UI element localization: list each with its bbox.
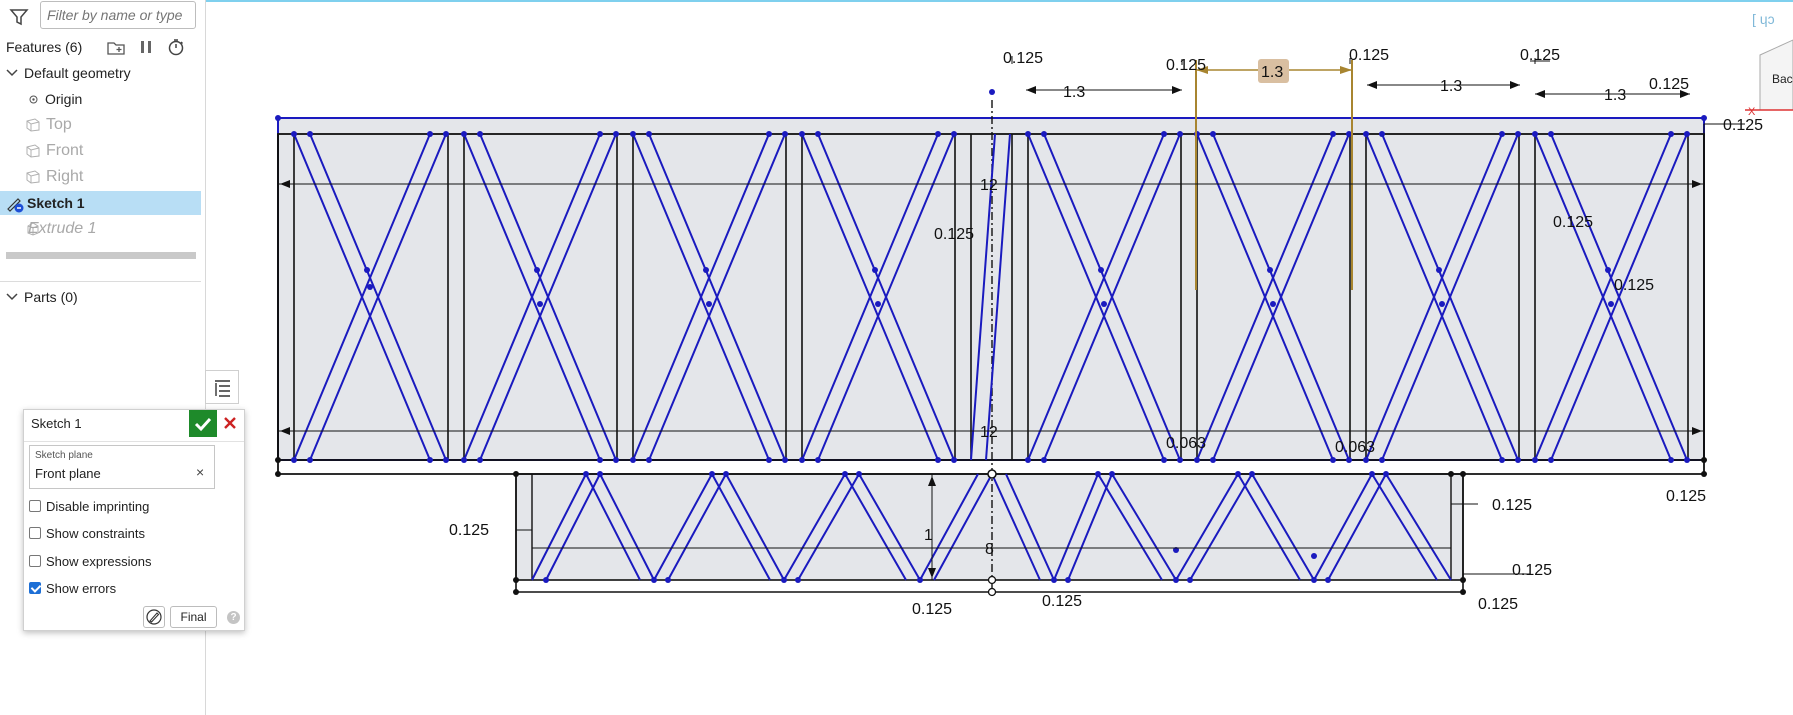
dimension-label: 0.125 (934, 226, 974, 243)
dialog-separator (24, 441, 244, 442)
sketch-pencil-icon (146, 609, 162, 625)
checkmark-icon (194, 417, 212, 432)
dimension-label: 0.125 (1614, 277, 1654, 294)
sketch-plane-field[interactable]: Sketch plane Front plane × (29, 445, 215, 489)
dimension-label: 1.3 (1063, 84, 1085, 101)
dimension-label: 0.125 (1512, 562, 1552, 579)
feature-front-plane[interactable]: Front (0, 139, 201, 163)
option-label: Disable imprinting (46, 499, 150, 514)
dimension-label: 0.125 (1492, 497, 1532, 514)
feature-sketch-1[interactable]: Sketch 1 (0, 191, 201, 215)
dimension-label: 0.125 (1166, 57, 1206, 74)
dimension-label: 0.125 (1553, 214, 1593, 231)
checkbox[interactable] (29, 555, 41, 567)
dimension-label: 0.125 (1520, 47, 1560, 64)
plane-icon (26, 170, 40, 184)
dimension-label: 0.125 (912, 601, 952, 618)
dimension-label: 0.125 (1042, 593, 1082, 610)
accept-button[interactable] (189, 410, 217, 437)
default-geometry-group[interactable]: Default geometry (0, 61, 201, 85)
feature-right-plane[interactable]: Right (0, 165, 201, 189)
plane-icon (26, 144, 40, 158)
dimension-label: 0.125 (1666, 488, 1706, 505)
dimension-label: 0.125 (1723, 117, 1763, 134)
checkbox[interactable] (29, 527, 41, 539)
feature-label: Right (46, 168, 84, 185)
dimension-label: 8 (985, 541, 994, 558)
dimension-label: 0.125 (449, 522, 489, 539)
sketch-canvas[interactable]: 0.125 0.125 1.3 0.125 0.125 1.3 1.3 1.3 … (206, 2, 1793, 715)
dimension-label: 0.125 (1649, 76, 1689, 93)
features-header: Features (6) (6, 36, 201, 58)
dimension-label: 12 (980, 177, 998, 194)
centerline-point (987, 587, 997, 597)
feature-label: Top (46, 116, 72, 133)
option-label: Show expressions (46, 554, 152, 569)
filter-bar (0, 0, 205, 34)
feature-label: Extrude 1 (28, 220, 97, 237)
view-cube-label[interactable]: Bac (1772, 72, 1793, 86)
plane-icon (26, 118, 40, 132)
panel-divider (0, 281, 201, 282)
feature-label: Front (46, 142, 84, 159)
checkbox[interactable] (29, 500, 41, 512)
stopwatch-icon[interactable] (166, 38, 186, 56)
x-axis-label: X (1748, 106, 1756, 118)
filter-icon[interactable] (8, 7, 30, 27)
sketch-dialog: Sketch 1 Sketch plane Front plane × Disa… (23, 409, 245, 631)
feature-label: Origin (45, 91, 83, 107)
chevron-down-icon[interactable] (6, 68, 18, 78)
list-icon (215, 380, 230, 397)
parts-label: Parts (0) (24, 289, 78, 305)
option-label: Show errors (46, 581, 117, 596)
chevron-down-icon[interactable] (6, 292, 18, 302)
sketch-mode-button[interactable] (143, 606, 165, 628)
help-icon[interactable]: ? (227, 611, 240, 624)
dimension-label: 1.3 (1604, 87, 1626, 104)
feature-extrude-1[interactable]: Extrude 1 (0, 217, 201, 241)
dimension-label: 0.125 (1349, 47, 1389, 64)
dimension-label: 0.125 (1478, 596, 1518, 613)
dimension-label: 1.3 (1440, 78, 1462, 95)
default-geometry-label: Default geometry (24, 65, 131, 81)
dimension-label: 1.3 (1261, 64, 1283, 81)
sketch-region-lower (516, 474, 1463, 580)
viewport-title-fragment: [ ɥɔ (1752, 11, 1775, 27)
dimension-label: 1 (924, 527, 933, 544)
feature-top-plane[interactable]: Top (0, 113, 201, 137)
features-heading: Features (6) (6, 39, 83, 55)
centerline-point (987, 575, 997, 585)
rollback-bar-icon[interactable] (136, 38, 156, 56)
cancel-icon[interactable] (222, 415, 238, 431)
dimension-label: 12 (980, 424, 998, 441)
sketch-region-upper (278, 118, 1704, 460)
add-folder-icon[interactable] (106, 38, 126, 56)
dimension-label: 0.063 (1335, 439, 1375, 456)
dimension-label: 0.063 (1166, 435, 1206, 452)
sketch-plane-value: Front plane (35, 466, 101, 481)
origin-icon (29, 95, 38, 104)
feature-label: Sketch 1 (27, 195, 85, 211)
option-label: Show constraints (46, 526, 145, 541)
dialog-title: Sketch 1 (31, 416, 82, 431)
origin-point (987, 469, 997, 479)
filter-input[interactable] (40, 1, 196, 29)
final-button[interactable]: Final (170, 606, 217, 628)
sketch-error-icon (7, 198, 24, 213)
view-cube[interactable]: X [ ɥɔ (1745, 11, 1793, 118)
parts-group[interactable]: Parts (0) (0, 285, 201, 309)
tree-scrollbar[interactable] (6, 252, 196, 259)
checkbox-checked[interactable] (29, 582, 41, 594)
feature-list-button[interactable] (205, 370, 239, 404)
sketch-plane-caption: Sketch plane (35, 450, 93, 461)
feature-origin[interactable]: Origin (0, 87, 201, 111)
clear-plane-icon[interactable]: × (196, 464, 204, 480)
dimension-label: 0.125 (1003, 50, 1043, 67)
